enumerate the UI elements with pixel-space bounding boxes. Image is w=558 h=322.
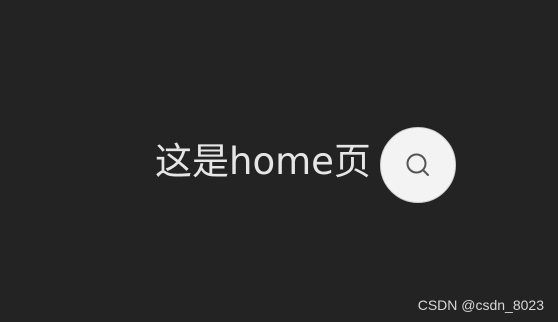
page-title: 这是home页 <box>155 140 371 183</box>
home-screen: 这是home页 CSDN @csdn_8023 <box>0 0 558 322</box>
search-icon <box>406 153 429 176</box>
search-button[interactable] <box>380 127 456 203</box>
watermark: CSDN @csdn_8023 <box>417 297 544 313</box>
